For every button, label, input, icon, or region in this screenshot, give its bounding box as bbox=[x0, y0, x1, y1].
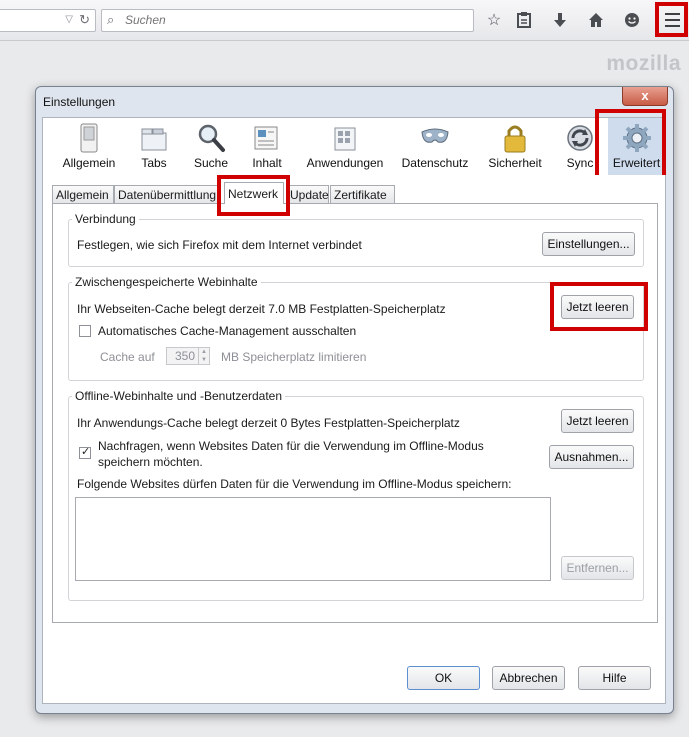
netzwerk-highlight bbox=[217, 175, 290, 216]
offline-ask-checkbox[interactable] bbox=[79, 445, 91, 459]
preferences-dialog: Einstellungen x Allgemein Tabs Suche Inh bbox=[35, 86, 674, 714]
connection-title: Verbindung bbox=[72, 212, 139, 226]
search-bar[interactable]: ⌕ bbox=[101, 9, 474, 32]
cache-limit-value: 350 bbox=[174, 349, 195, 363]
social-chat-icon[interactable] bbox=[620, 9, 644, 31]
pane-allgemein[interactable]: Allgemein bbox=[57, 118, 121, 175]
pane-selector: Allgemein Tabs Suche Inhalt Anwendungen bbox=[42, 117, 666, 176]
cache-override-label: Automatisches Cache-Management ausschalt… bbox=[98, 324, 357, 338]
offline-list-label: Folgende Websites dürfen Daten für die V… bbox=[77, 477, 512, 491]
search-input[interactable] bbox=[125, 12, 455, 28]
remove-site-button[interactable]: Entfernen... bbox=[561, 556, 634, 580]
cancel-button[interactable]: Abbrechen bbox=[492, 666, 565, 690]
offline-size-text: Ihr Anwendungs-Cache belegt derzeit 0 By… bbox=[77, 416, 460, 430]
close-button[interactable]: x bbox=[622, 87, 668, 106]
subtab-update[interactable]: Update bbox=[286, 185, 329, 203]
dialog-title: Einstellungen bbox=[43, 95, 116, 109]
bookmarks-list-icon[interactable] bbox=[512, 9, 536, 31]
clear-cache-highlight bbox=[550, 282, 648, 331]
hamburger-menu-icon bbox=[665, 13, 680, 31]
offline-title: Offline-Webinhalte und -Benutzerdaten bbox=[72, 389, 286, 403]
pane-sicherheit[interactable]: Sicherheit bbox=[481, 118, 549, 175]
subtab-datenuebermittlung[interactable]: Datenübermittlung bbox=[114, 185, 220, 203]
mozilla-brand: mozilla bbox=[606, 52, 681, 75]
offline-ask-label-line2: speichern möchten. bbox=[98, 455, 203, 469]
history-dropdown-icon[interactable]: ▽ bbox=[65, 14, 73, 25]
browser-toolbar: ▽ ↻ ⌕ ☆ bbox=[0, 0, 689, 41]
clear-offline-button[interactable]: Jetzt leeren bbox=[561, 409, 634, 433]
ok-button[interactable]: OK bbox=[407, 666, 480, 690]
stepper-arrows-icon: ▲ ▼ bbox=[198, 348, 209, 364]
hamburger-menu-button[interactable] bbox=[655, 2, 688, 37]
offline-ask-label-line1: Nachfragen, wenn Websites Daten für die … bbox=[98, 439, 484, 453]
subtab-allgemein[interactable]: Allgemein bbox=[52, 185, 114, 203]
url-bar[interactable]: ▽ ↻ bbox=[0, 9, 96, 32]
content-icon bbox=[252, 122, 282, 154]
connection-text: Festlegen, wie sich Firefox mit dem Inte… bbox=[77, 238, 362, 252]
cache-limit-stepper: 350 ▲ ▼ bbox=[166, 347, 210, 365]
download-icon[interactable] bbox=[548, 9, 572, 31]
pane-inhalt[interactable]: Inhalt bbox=[243, 118, 291, 175]
pane-datenschutz[interactable]: Datenschutz bbox=[397, 118, 473, 175]
cache-limit-suffix: MB Speicherplatz limitieren bbox=[221, 350, 367, 364]
padlock-icon bbox=[500, 122, 530, 154]
help-button[interactable]: Hilfe bbox=[578, 666, 651, 690]
switch-icon bbox=[74, 122, 104, 154]
applications-icon bbox=[330, 122, 360, 154]
home-icon[interactable] bbox=[584, 9, 608, 31]
pane-anwendungen[interactable]: Anwendungen bbox=[301, 118, 389, 175]
search-icon: ⌕ bbox=[107, 12, 115, 27]
magnifier-icon bbox=[196, 122, 226, 154]
cache-limit-prefix: Cache auf bbox=[100, 350, 155, 364]
subtab-zertifikate[interactable]: Zertifikate bbox=[330, 185, 395, 203]
pane-suche[interactable]: Suche bbox=[187, 118, 235, 175]
tabs-icon bbox=[139, 122, 169, 154]
bookmark-star-icon[interactable]: ☆ bbox=[482, 9, 506, 31]
pane-content: Allgemein Datenübermittlung Netzwerk Upd… bbox=[42, 175, 666, 704]
cache-override-checkbox[interactable] bbox=[79, 325, 91, 337]
cache-size-text: Ihr Webseiten-Cache belegt derzeit 7.0 M… bbox=[77, 302, 446, 316]
cache-title: Zwischengespeicherte Webinhalte bbox=[72, 275, 261, 289]
reload-icon[interactable]: ↻ bbox=[79, 12, 90, 28]
offline-sites-list[interactable] bbox=[75, 497, 551, 581]
connection-settings-button[interactable]: Einstellungen... bbox=[542, 232, 635, 256]
pane-tabs[interactable]: Tabs bbox=[129, 118, 179, 175]
offline-exceptions-button[interactable]: Ausnahmen... bbox=[549, 445, 634, 469]
mask-icon bbox=[420, 122, 450, 154]
netzwerk-panel: Verbindung Festlegen, wie sich Firefox m… bbox=[52, 203, 658, 623]
sync-icon bbox=[565, 122, 595, 154]
